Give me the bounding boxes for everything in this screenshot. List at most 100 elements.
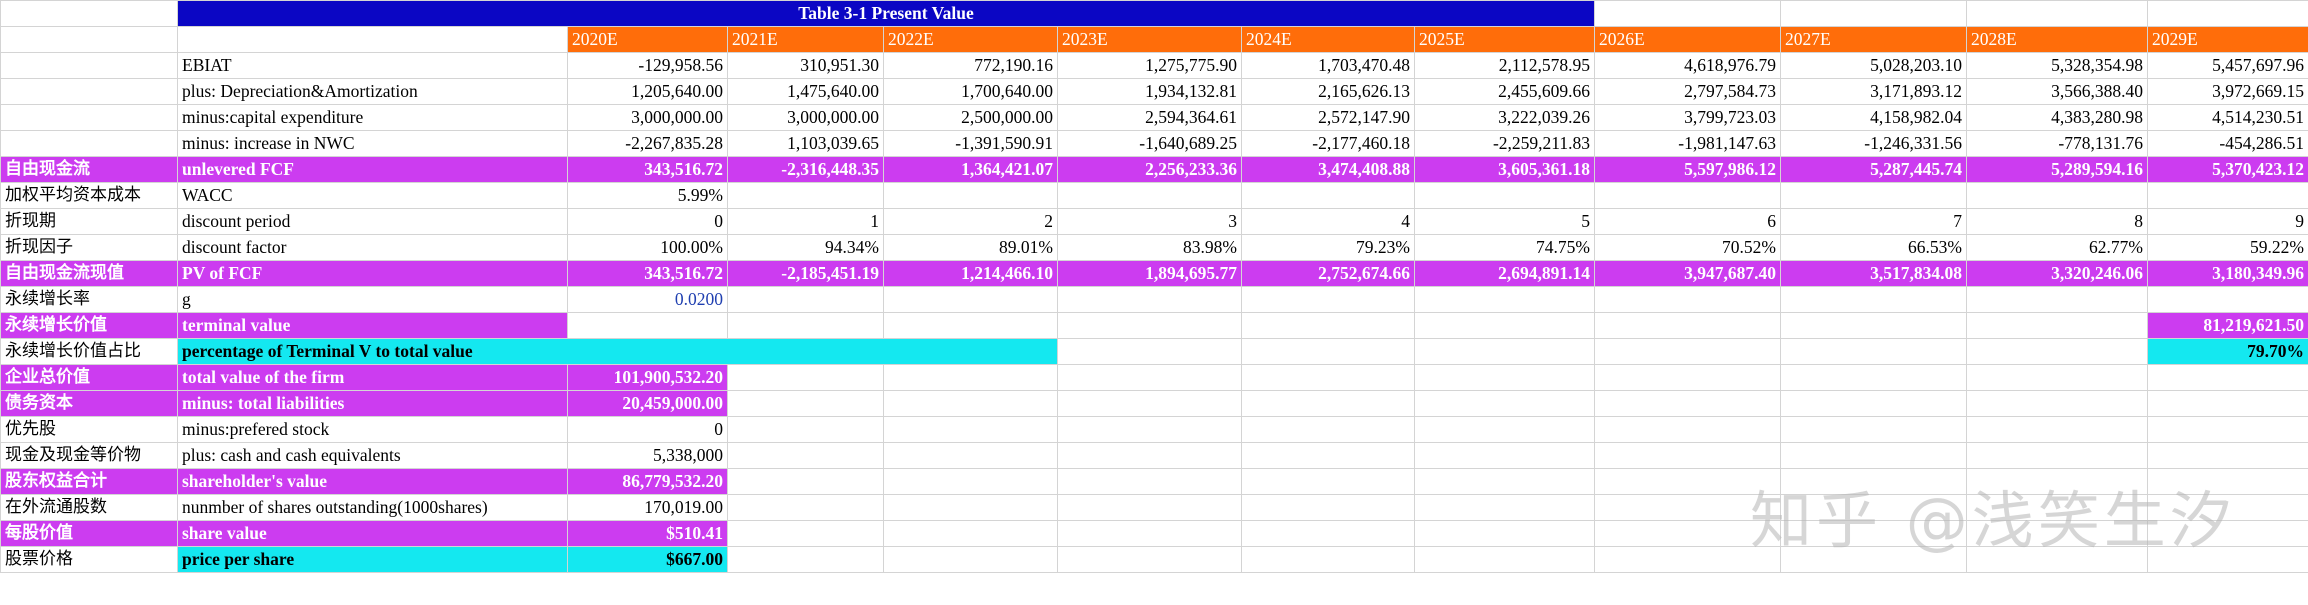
- row-label-shares[interactable]: nunmber of shares outstanding(1000shares…: [177, 494, 568, 521]
- cell-blank[interactable]: [1594, 286, 1781, 313]
- cell-blank[interactable]: [1780, 286, 1967, 313]
- pv-value[interactable]: 1,214,466.10: [883, 260, 1058, 287]
- wacc-value[interactable]: 5.99%: [567, 182, 728, 209]
- cell-blank[interactable]: [177, 26, 568, 53]
- cell-blank[interactable]: [1057, 286, 1242, 313]
- cell-blank[interactable]: [727, 182, 884, 209]
- row-label-g[interactable]: g: [177, 286, 568, 313]
- cell-blank[interactable]: [1241, 390, 1415, 417]
- row-label-fcf[interactable]: unlevered FCF: [177, 156, 568, 183]
- row-label-nwc[interactable]: minus: increase in NWC: [177, 130, 568, 157]
- row-cn-fcf[interactable]: 自由现金流: [0, 156, 178, 183]
- fcf-value[interactable]: 5,370,423.12: [2147, 156, 2308, 183]
- row-label-ebiat[interactable]: EBIAT: [177, 52, 568, 79]
- nwc-value[interactable]: -778,131.76: [1966, 130, 2148, 157]
- row-label-pv[interactable]: PV of FCF: [177, 260, 568, 287]
- cell-blank[interactable]: [1966, 286, 2148, 313]
- fcf-value[interactable]: 3,605,361.18: [1414, 156, 1595, 183]
- cell-blank[interactable]: [1414, 338, 1595, 365]
- cell-blank[interactable]: [727, 286, 884, 313]
- row-cn-firm[interactable]: 企业总价值: [0, 364, 178, 391]
- cell-blank[interactable]: [0, 130, 178, 157]
- year-header-2024E[interactable]: 2024E: [1241, 26, 1415, 53]
- cell-blank[interactable]: [727, 390, 884, 417]
- cell-blank[interactable]: [1780, 364, 1967, 391]
- row-label-tv[interactable]: terminal value: [177, 312, 568, 339]
- cell-blank[interactable]: [1241, 338, 1415, 365]
- nwc-value[interactable]: -1,246,331.56: [1780, 130, 1967, 157]
- cell-blank[interactable]: [1414, 442, 1595, 469]
- cell-blank[interactable]: [883, 546, 1058, 573]
- row-cn-tv[interactable]: 永续增长价值: [0, 312, 178, 339]
- row-cn-debt[interactable]: 债务资本: [0, 390, 178, 417]
- row-cn-period[interactable]: 折现期: [0, 208, 178, 235]
- cell-blank[interactable]: [1594, 390, 1781, 417]
- factor-value[interactable]: 89.01%: [883, 234, 1058, 261]
- cell-blank[interactable]: [1594, 442, 1781, 469]
- capex-value[interactable]: 3,000,000.00: [567, 104, 728, 131]
- row-cn-pref[interactable]: 优先股: [0, 416, 178, 443]
- year-header-2023E[interactable]: 2023E: [1057, 26, 1242, 53]
- capex-value[interactable]: 4,514,230.51: [2147, 104, 2308, 131]
- capex-value[interactable]: 3,799,723.03: [1594, 104, 1781, 131]
- row-label-factor[interactable]: discount factor: [177, 234, 568, 261]
- cell-blank[interactable]: [883, 286, 1058, 313]
- cell-blank[interactable]: [727, 494, 884, 521]
- factor-value[interactable]: 100.00%: [567, 234, 728, 261]
- cell-blank[interactable]: [2147, 0, 2308, 27]
- nwc-value[interactable]: -2,177,460.18: [1241, 130, 1415, 157]
- cell-blank[interactable]: [1057, 312, 1242, 339]
- cell-blank[interactable]: [0, 26, 178, 53]
- pv-value[interactable]: 2,752,674.66: [1241, 260, 1415, 287]
- shares-value[interactable]: 170,019.00: [567, 494, 728, 521]
- cell-blank[interactable]: [1780, 0, 1967, 27]
- row-label-sv[interactable]: share value: [177, 520, 568, 547]
- cell-blank[interactable]: [1057, 338, 1242, 365]
- cell-blank[interactable]: [727, 442, 884, 469]
- ebiat-value[interactable]: 5,028,203.10: [1780, 52, 1967, 79]
- row-cn-price[interactable]: 股票价格: [0, 546, 178, 573]
- cell-blank[interactable]: [883, 390, 1058, 417]
- row-cn-shares[interactable]: 在外流通股数: [0, 494, 178, 521]
- period-value[interactable]: 0: [567, 208, 728, 235]
- cell-blank[interactable]: [727, 364, 884, 391]
- row-cn-wacc[interactable]: 加权平均资本成本: [0, 182, 178, 209]
- year-header-2021E[interactable]: 2021E: [727, 26, 884, 53]
- cell-blank[interactable]: [1780, 416, 1967, 443]
- capex-value[interactable]: 2,594,364.61: [1057, 104, 1242, 131]
- da-value[interactable]: 3,972,669.15: [2147, 78, 2308, 105]
- cell-blank[interactable]: [1057, 364, 1242, 391]
- row-label-wacc[interactable]: WACC: [177, 182, 568, 209]
- cell-blank[interactable]: [883, 312, 1058, 339]
- cell-blank[interactable]: [1414, 494, 1595, 521]
- factor-value[interactable]: 74.75%: [1414, 234, 1595, 261]
- cell-blank[interactable]: [0, 78, 178, 105]
- cell-blank[interactable]: [727, 520, 884, 547]
- nwc-value[interactable]: -1,640,689.25: [1057, 130, 1242, 157]
- capex-value[interactable]: 3,000,000.00: [727, 104, 884, 131]
- g-value[interactable]: 0.0200: [567, 286, 728, 313]
- row-label-firm[interactable]: total value of the firm: [177, 364, 568, 391]
- debt-value[interactable]: 20,459,000.00: [567, 390, 728, 417]
- year-header-2027E[interactable]: 2027E: [1780, 26, 1967, 53]
- cell-blank[interactable]: [883, 442, 1058, 469]
- cell-blank[interactable]: [1057, 416, 1242, 443]
- cell-blank[interactable]: [1241, 416, 1415, 443]
- nwc-value[interactable]: -1,981,147.63: [1594, 130, 1781, 157]
- cell-blank[interactable]: [1057, 546, 1242, 573]
- cell-blank[interactable]: [1966, 338, 2148, 365]
- da-value[interactable]: 1,934,132.81: [1057, 78, 1242, 105]
- cell-blank[interactable]: [883, 416, 1058, 443]
- cell-blank[interactable]: [1057, 182, 1242, 209]
- cell-blank[interactable]: [883, 468, 1058, 495]
- da-value[interactable]: 3,566,388.40: [1966, 78, 2148, 105]
- da-value[interactable]: 1,475,640.00: [727, 78, 884, 105]
- cell-blank[interactable]: [1966, 0, 2148, 27]
- cell-blank[interactable]: [1057, 468, 1242, 495]
- cell-blank[interactable]: [1966, 442, 2148, 469]
- factor-value[interactable]: 94.34%: [727, 234, 884, 261]
- cell-blank[interactable]: [2147, 182, 2308, 209]
- cell-blank[interactable]: [1414, 520, 1595, 547]
- cell-blank[interactable]: [1057, 442, 1242, 469]
- cell-blank[interactable]: [1780, 312, 1967, 339]
